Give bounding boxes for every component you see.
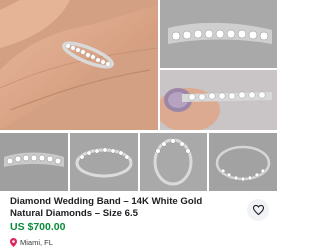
map-pin-icon	[10, 237, 17, 247]
photo-band-top-view[interactable]	[209, 133, 277, 191]
save-button[interactable]	[247, 199, 269, 221]
listing-price: US $700.00	[10, 221, 66, 233]
location-text: Miami, FL	[20, 237, 53, 247]
photo-band-upright[interactable]	[140, 133, 207, 191]
heart-icon	[252, 205, 264, 215]
main-photo-ring-on-hand[interactable]	[0, 0, 158, 130]
listing-title[interactable]: Diamond Wedding Band – 14K White Gold Na…	[10, 196, 245, 220]
photo-ring-held[interactable]	[160, 70, 277, 130]
photo-band-closeup[interactable]	[160, 0, 277, 68]
photo-gallery	[0, 0, 277, 192]
photo-band-angle[interactable]	[70, 133, 138, 191]
listing-location: Miami, FL	[10, 237, 53, 247]
photo-band-side[interactable]	[0, 133, 68, 191]
